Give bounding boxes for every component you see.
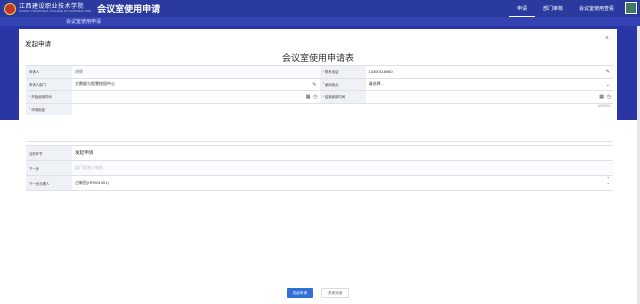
next-handler-label-text: 下一步办理人: [29, 181, 50, 186]
next-handler-value: 占新民(HR001301): [75, 180, 109, 185]
end-time-label-text: 结束使用时间: [324, 95, 346, 100]
phone-value: 13300118980: [368, 69, 393, 75]
school-name-en: JIANGXI VOCATIONAL COLLEGE OF CONSTRUCTI…: [19, 9, 92, 13]
close-dialog-button[interactable]: 关闭对话: [321, 288, 350, 298]
form-row: 当前环节 发起申请: [26, 146, 613, 161]
form-row: 下一步办理人 占新民(HR001301) ⌃ ⌄: [26, 176, 613, 191]
form-row: 下一步 部门负责人审核: [26, 161, 613, 176]
clock-icon[interactable]: ◷: [313, 94, 317, 100]
applicant-label-text: 申请人: [29, 70, 40, 75]
chevron-down-icon[interactable]: ⌄: [606, 82, 610, 88]
required-mark: *: [29, 106, 31, 111]
next-step-placeholder: 部门负责人审核: [75, 165, 103, 170]
next-step-label-text: 下一步: [29, 166, 40, 171]
location-label-text: 使用地点: [324, 82, 339, 87]
next-handler-select[interactable]: 占新民(HR001301) ⌃ ⌄: [72, 176, 613, 190]
next-handler-label: 下一步办理人: [26, 176, 72, 190]
edit-icon[interactable]: ✎: [606, 69, 610, 75]
main-nav: 申请 部门审核 会议室使用查看: [508, 0, 622, 17]
form-row: * 申请用途 0/20000: [26, 103, 613, 142]
apply-dialog: 发起申请 × 会议室使用申请表 申请人 胡辉 * 联系电话 13300118980…: [19, 29, 617, 304]
form-row: 申请人 胡辉 * 联系电话 13300118980 ✎: [26, 66, 613, 79]
location-value: 请选择...: [368, 81, 384, 87]
end-time-label: * 结束使用时间: [319, 91, 366, 103]
avatar[interactable]: [625, 2, 637, 14]
current-node-label: 当前环节: [26, 146, 72, 160]
location-select[interactable]: 请选择... ⌄: [366, 79, 614, 91]
phone-label-text: 联系电话: [324, 70, 339, 75]
school-name: 江西建设职业技术学院 JIANGXI VOCATIONAL COLLEGE OF…: [19, 2, 92, 14]
nav-item-usage-view[interactable]: 会议室使用查看: [571, 0, 622, 17]
end-time-field[interactable]: ▦ ◷: [366, 91, 614, 103]
next-step-label: 下一步: [26, 161, 72, 175]
required-mark: *: [322, 94, 324, 99]
char-counter: 0/20000: [597, 103, 610, 108]
breadcrumb: 会议室使用申请: [0, 17, 640, 26]
close-icon[interactable]: ×: [605, 35, 609, 42]
clock-icon[interactable]: ◷: [607, 94, 611, 100]
dept-label: 申请人部门: [26, 78, 72, 90]
start-time-field[interactable]: ▦ ◷: [72, 91, 320, 103]
purpose-label-text: 申请用途: [31, 107, 45, 112]
phone-field[interactable]: 13300118980 ✎: [366, 66, 614, 78]
form-row: * 开始使用时间 ▦ ◷ * 结束使用时间 ▦ ◷: [26, 91, 613, 104]
form-row: 申请人部门 大数据与智慧校园中心 ✎ * 使用地点 请选择... ⌄: [26, 78, 614, 91]
application-form: 申请人 胡辉 * 联系电话 13300118980 ✎ 申请人部门 大数据与智慧校…: [26, 65, 613, 142]
required-mark: *: [322, 82, 324, 87]
start-time-label-text: 开始使用时间: [31, 95, 52, 100]
school-name-cn: 江西建设职业技术学院: [19, 2, 85, 10]
current-node-value: 发起申请: [75, 150, 94, 155]
dept-field[interactable]: 大数据与智慧校园中心 ✎: [72, 79, 320, 91]
breadcrumb-item[interactable]: 会议室使用申请: [0, 18, 101, 25]
next-step-field[interactable]: 部门负责人审核: [72, 161, 613, 175]
top-navigation-bar: 江西建设职业技术学院 JIANGXI VOCATIONAL COLLEGE OF…: [0, 0, 640, 17]
sort-icon[interactable]: ⌃ ⌄: [607, 177, 610, 185]
nav-item-dept-review[interactable]: 部门审核: [535, 0, 571, 17]
brand: 江西建设职业技术学院 JIANGXI VOCATIONAL COLLEGE OF…: [0, 2, 160, 15]
form-title: 会议室使用申请表: [281, 53, 354, 63]
calendar-icon[interactable]: ▦: [599, 94, 604, 100]
dialog-actions: 发起申请 关闭对话: [19, 288, 617, 298]
dept-value: 大数据与智慧校园中心: [75, 81, 115, 87]
required-mark: *: [29, 94, 31, 99]
applicant-field: 胡辉: [72, 66, 320, 78]
school-logo-icon: [4, 2, 16, 15]
workflow-form: 当前环节 发起申请 下一步 部门负责人审核 下一步办理人 占新民(HR00130…: [26, 145, 613, 191]
calendar-icon[interactable]: ▦: [306, 94, 311, 100]
nav-item-apply[interactable]: 申请: [508, 0, 535, 17]
purpose-label: * 申请用途: [26, 103, 72, 115]
current-node-label-text: 当前环节: [29, 151, 43, 156]
purpose-textarea[interactable]: 0/20000: [72, 104, 613, 110]
applicant-label: 申请人: [26, 66, 72, 78]
submit-button[interactable]: 发起申请: [286, 288, 313, 298]
app-title: 会议室使用申请: [97, 4, 161, 14]
phone-label: * 联系电话: [319, 66, 366, 78]
dialog-title: 发起申请: [25, 41, 51, 48]
location-label: * 使用地点: [319, 78, 366, 90]
start-time-label: * 开始使用时间: [26, 91, 72, 103]
dept-label-text: 申请人部门: [29, 82, 46, 87]
required-mark: *: [322, 69, 324, 74]
edit-icon[interactable]: ✎: [312, 82, 316, 88]
